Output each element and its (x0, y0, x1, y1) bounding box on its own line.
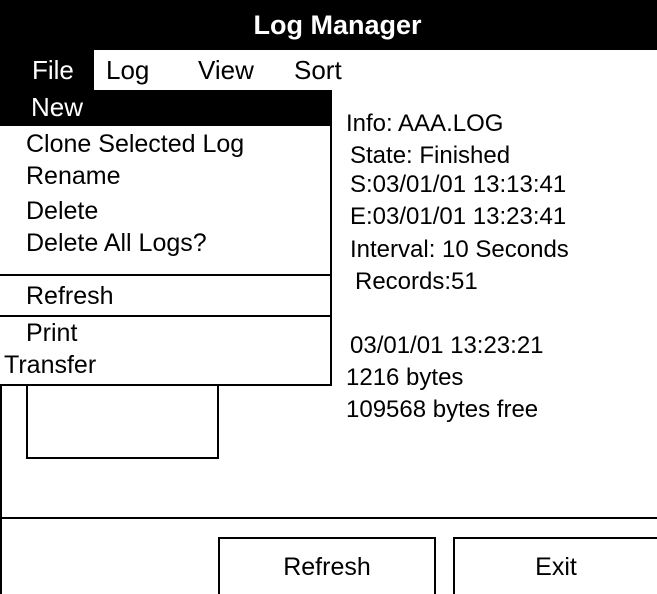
divider (0, 517, 657, 519)
menu-item-new-label: New (31, 92, 84, 122)
info-free-space: 109568 bytes free (346, 396, 539, 423)
menu-item-transfer[interactable]: Transfer (4, 351, 96, 380)
menu-file[interactable]: File (2, 50, 94, 90)
menu-item-new[interactable]: New (0, 90, 330, 126)
menu-item-delete[interactable]: Delete (26, 197, 98, 226)
menu-item-rename[interactable]: Rename (26, 162, 121, 191)
info-interval: Interval: 10 Seconds (350, 236, 569, 263)
info-size: 1216 bytes (346, 364, 464, 391)
info-start-time: S:03/01/01 13:13:41 (350, 171, 567, 198)
file-menu-dropdown: New Clone Selected Log Rename Delete Del… (0, 90, 332, 386)
menu-separator (0, 274, 330, 276)
info-timestamp: 03/01/01 13:23:21 (350, 332, 544, 359)
log-list-box[interactable] (26, 386, 219, 459)
info-records: Records:51 (355, 268, 478, 295)
exit-button[interactable]: Exit (453, 537, 657, 594)
menu-sort[interactable]: Sort (294, 50, 342, 90)
menu-log[interactable]: Log (106, 50, 149, 90)
info-log-name: Info: AAA.LOG (346, 110, 504, 137)
menu-item-refresh[interactable]: Refresh (26, 282, 114, 311)
info-end-time: E:03/01/01 13:23:41 (350, 203, 567, 230)
menu-item-delete-all-logs[interactable]: Delete All Logs? (26, 229, 207, 258)
menu-bar: File Log View Sort (0, 50, 657, 90)
menu-separator (0, 315, 330, 317)
refresh-button[interactable]: Refresh (218, 537, 436, 594)
menu-view[interactable]: View (198, 50, 254, 90)
log-manager-screen: Log Manager File Log View Sort New Clone… (0, 0, 657, 594)
title-bar: Log Manager (0, 0, 657, 50)
info-state: State: Finished (350, 142, 511, 169)
menu-item-clone-selected-log[interactable]: Clone Selected Log (26, 130, 244, 159)
menu-item-print[interactable]: Print (26, 319, 77, 348)
